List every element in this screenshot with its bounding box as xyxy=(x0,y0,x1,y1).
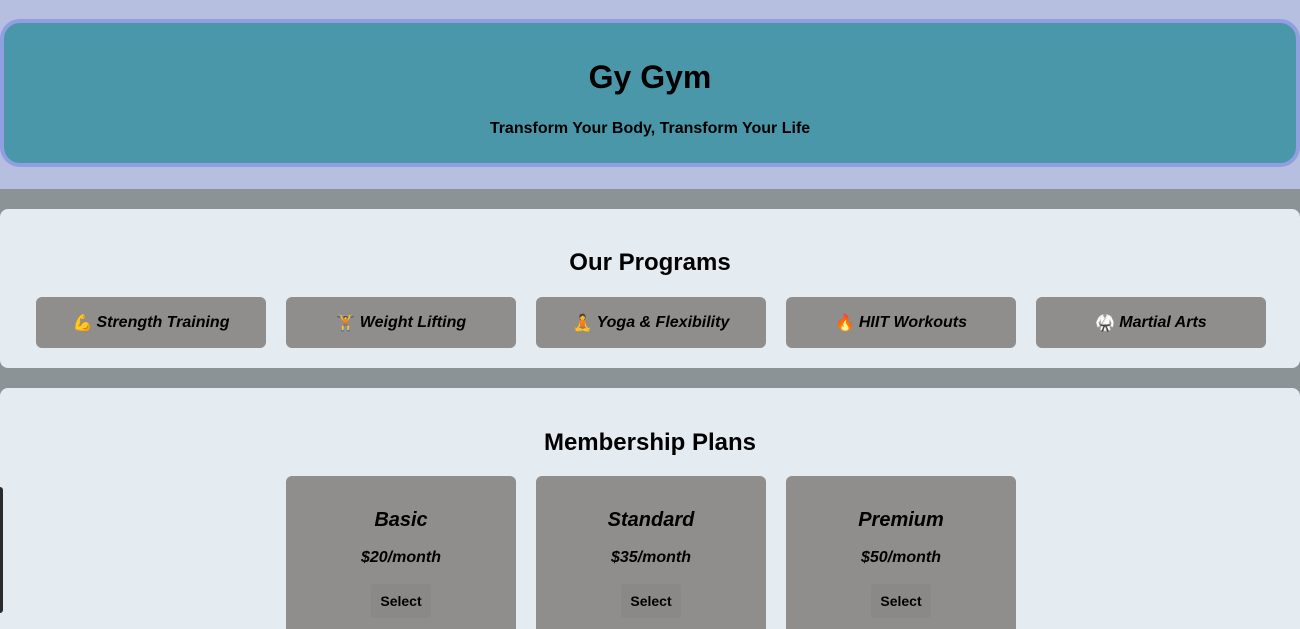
plans-heading: Membership Plans xyxy=(543,429,757,456)
plan-card-basic: Basic $20/month Select xyxy=(286,476,516,629)
site-header: Gy Gym Transform Your Body, Transform Yo… xyxy=(0,19,1300,167)
plan-price: $50/month xyxy=(860,549,941,566)
plan-price: $20/month xyxy=(360,549,441,566)
membership-plans-section: Membership Plans Basic $20/month Select … xyxy=(0,388,1300,629)
flexed-bicep-icon: 💪 xyxy=(72,314,93,332)
program-card-weight-lifting[interactable]: 🏋 Weight Lifting xyxy=(286,297,516,348)
program-label: Yoga & Flexibility xyxy=(596,313,730,331)
site-title: Gy Gym xyxy=(588,59,712,95)
weight-lifter-icon: 🏋 xyxy=(335,314,356,332)
fire-icon: 🔥 xyxy=(834,314,855,332)
program-label: Strength Training xyxy=(96,313,230,331)
program-card-martial-arts[interactable]: 🥋 Martial Arts xyxy=(1036,297,1266,348)
plan-card-premium: Premium $50/month Select xyxy=(786,476,1016,629)
program-label: Weight Lifting xyxy=(359,313,467,331)
plan-name: Premium xyxy=(858,509,944,531)
martial-arts-uniform-icon: 🥋 xyxy=(1095,314,1116,332)
select-premium-button[interactable]: Select xyxy=(871,584,931,618)
plan-name: Basic xyxy=(374,509,428,531)
program-label: HIIT Workouts xyxy=(858,313,968,331)
select-basic-button[interactable]: Select xyxy=(371,584,431,618)
program-card-hiit-workouts[interactable]: 🔥 HIIT Workouts xyxy=(786,297,1016,348)
site-tagline: Transform Your Body, Transform Your Life xyxy=(489,120,811,137)
yoga-icon: 🧘 xyxy=(572,314,593,332)
program-label: Martial Arts xyxy=(1119,313,1207,331)
side-tab-handle[interactable] xyxy=(0,487,3,613)
plan-name: Standard xyxy=(607,509,695,531)
select-standard-button[interactable]: Select xyxy=(621,584,681,618)
plan-card-standard: Standard $35/month Select xyxy=(536,476,766,629)
program-card-yoga-flexibility[interactable]: 🧘 Yoga & Flexibility xyxy=(536,297,766,348)
program-card-strength-training[interactable]: 💪 Strength Training xyxy=(36,297,266,348)
programs-heading: Our Programs xyxy=(569,249,731,276)
programs-section: Our Programs 💪 Strength Training 🏋 Weigh… xyxy=(0,209,1300,368)
plan-price: $35/month xyxy=(610,549,691,566)
